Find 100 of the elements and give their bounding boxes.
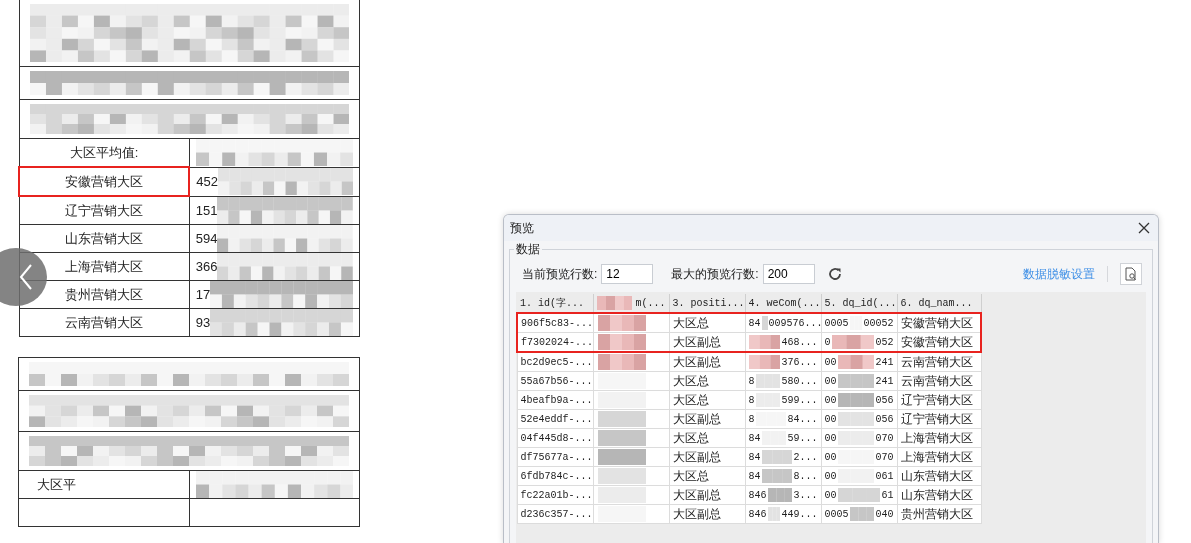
field-label: 最大的预览行数:: [671, 265, 759, 283]
redaction-mosaic: [597, 430, 646, 446]
chevron-left-icon: [19, 264, 33, 290]
average-label: 大区平: [37, 476, 76, 492]
column-header[interactable]: 1. id(字...: [520, 298, 584, 309]
redaction-mosaic: [596, 296, 633, 310]
redaction-mosaic: [849, 507, 875, 521]
table-cell: f7302024-...: [517, 332, 593, 352]
redaction-mosaic: [761, 469, 793, 483]
table-cell: 8: [748, 394, 755, 406]
table-cell: 070: [875, 432, 894, 444]
region-name: 云南营销大区: [65, 314, 144, 330]
input-field[interactable]: 200: [762, 264, 815, 284]
region-name: 辽宁营销大区: [65, 202, 144, 218]
redaction-mosaic: [767, 488, 793, 502]
redaction-mosaic: [755, 374, 781, 388]
redaction-mosaic: [597, 354, 646, 370]
column-header[interactable]: 3. positi...: [672, 297, 744, 309]
table-cell: 599...: [781, 394, 818, 406]
column-header[interactable]: 4. weCom(...: [748, 297, 820, 309]
table-cell: 3...: [793, 489, 818, 501]
table-cell: 00: [824, 451, 837, 463]
group-label: 数据: [514, 241, 542, 258]
table-cell: 056: [875, 394, 894, 406]
table-cell: 056: [875, 413, 894, 425]
redaction-mosaic: [597, 487, 646, 503]
redaction-mosaic: [767, 507, 781, 521]
average-label: 大区平均值:: [69, 144, 139, 160]
previous-button[interactable]: [0, 248, 47, 306]
table-cell: 00: [824, 432, 837, 444]
table-cell: 安徽营销大区: [897, 313, 981, 333]
table-cell: 93: [195, 315, 211, 330]
refresh-icon[interactable]: [826, 266, 843, 282]
table-cell: 846: [748, 508, 767, 520]
table-cell: 84...: [787, 413, 818, 425]
table-cell: 00: [824, 489, 837, 501]
table-cell: 052: [875, 336, 894, 348]
table-cell: 00: [824, 413, 837, 425]
dialog-title: 预览: [510, 219, 534, 237]
table-cell: 大区总: [669, 313, 745, 333]
redaction-mosaic: [837, 393, 875, 407]
table-cell: 366: [195, 259, 218, 274]
table-cell: 449...: [781, 508, 818, 520]
redaction-mosaic: [597, 334, 646, 350]
column-header[interactable]: 5. dq_id(...: [824, 297, 896, 309]
column-header[interactable]: 6. dq_nam...: [900, 297, 973, 309]
table-cell: 2...: [793, 451, 818, 463]
table-cell: 00052: [863, 317, 894, 329]
table-cell: 8: [748, 413, 755, 425]
table-cell: 00: [824, 356, 837, 368]
document-search-icon: [1124, 267, 1138, 281]
redaction-mosaic: [597, 315, 646, 331]
table-cell: 580...: [781, 375, 818, 387]
field-label: 当前预览行数:: [522, 265, 598, 283]
redaction-mosaic: [748, 335, 781, 349]
table-cell: 8: [748, 375, 755, 387]
redaction-mosaic: [837, 488, 881, 502]
table-cell: 594: [195, 231, 218, 246]
redaction-mosaic: [837, 412, 875, 426]
table-cell: 84: [748, 317, 761, 329]
table-cell: 0: [824, 336, 831, 348]
redaction-mosaic: [837, 374, 875, 388]
table-cell: 376...: [781, 356, 818, 368]
table-cell: 070: [875, 451, 894, 463]
table-cell: 151: [195, 202, 218, 218]
table-cell: 452: [196, 174, 218, 189]
region-name: 安徽营销大区: [65, 173, 144, 189]
table-cell: 00: [824, 375, 837, 387]
table-cell: 241: [875, 375, 894, 387]
input-field[interactable]: 12: [601, 264, 654, 284]
table-cell: 846: [748, 489, 767, 501]
table-cell: 84: [748, 451, 761, 463]
preview-button[interactable]: [1120, 263, 1142, 285]
redaction-mosaic: [761, 450, 793, 464]
region-name: 上海营销大区: [65, 258, 144, 274]
close-icon[interactable]: [1138, 222, 1150, 234]
table-cell: 84: [748, 432, 761, 444]
table-cell: 040: [875, 508, 894, 520]
redaction-mosaic: [831, 335, 875, 349]
redaction-mosaic: [597, 449, 646, 465]
table-cell: 906f5c83-...: [517, 313, 593, 333]
table-cell: 61: [881, 489, 894, 501]
table-cell: 468...: [781, 336, 818, 348]
region-name: 贵州营销大区: [65, 286, 144, 302]
redaction-mosaic: [837, 355, 875, 369]
table-cell: 8...: [793, 470, 818, 482]
table-cell: 0005: [824, 317, 849, 329]
table-cell: 241: [875, 356, 894, 368]
table-cell: 00: [824, 394, 837, 406]
redaction-mosaic: [597, 392, 646, 408]
table-cell: 00: [824, 470, 837, 482]
table-cell: bc2d9ec5-...: [517, 352, 593, 372]
table-cell: 0005: [824, 508, 849, 520]
table-cell: 84: [748, 470, 761, 482]
table-cell: 17: [195, 287, 211, 302]
table-cell: 59...: [787, 432, 818, 444]
table-cell: 009576...: [768, 317, 823, 329]
table-cell: 061: [875, 470, 894, 482]
redaction-mosaic: [761, 316, 768, 330]
region-name: 山东营销大区: [65, 230, 144, 246]
